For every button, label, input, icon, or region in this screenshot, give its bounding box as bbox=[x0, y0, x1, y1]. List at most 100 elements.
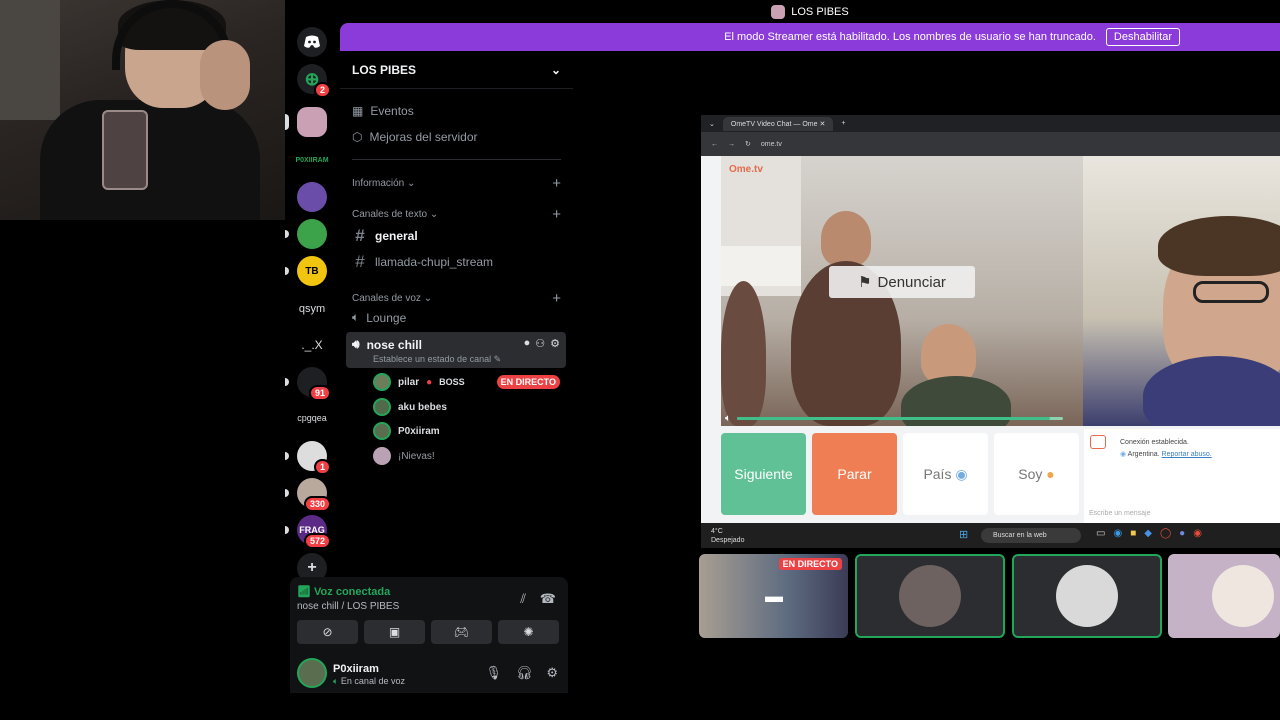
noise-suppression-icon[interactable]: ⫽ bbox=[520, 591, 526, 607]
voice-location[interactable]: nose chill / LOS PIBES bbox=[297, 601, 399, 612]
voice-member[interactable]: pilar ● BOSS EN DIRECTO bbox=[373, 373, 560, 391]
hash-icon: # bbox=[355, 252, 365, 271]
server-avatar-yoshi[interactable] bbox=[297, 219, 327, 249]
camera-button[interactable]: ⊘ bbox=[297, 620, 358, 644]
screen-share-icon: ▣ bbox=[388, 625, 401, 639]
category-voice[interactable]: Canales de voz ⌄ + bbox=[352, 290, 561, 307]
member-name: aku bebes bbox=[398, 401, 447, 413]
report-button[interactable]: ⚑ Denunciar bbox=[829, 266, 975, 298]
guild-header[interactable]: LOS PIBES ⌄ bbox=[340, 51, 573, 89]
reload-icon[interactable]: ↻ bbox=[745, 140, 751, 148]
screen-share-button[interactable]: ▣ bbox=[364, 620, 425, 644]
gear-icon[interactable]: ⚙ bbox=[550, 337, 560, 350]
member-tag: BOSS bbox=[439, 377, 465, 387]
webcam-cup bbox=[102, 110, 148, 190]
participant-tile[interactable] bbox=[1168, 554, 1280, 638]
taskbar-search[interactable]: Buscar en la web bbox=[981, 528, 1081, 543]
close-icon[interactable]: ✕ bbox=[819, 121, 825, 128]
disconnect-icon[interactable]: ☎ bbox=[540, 591, 556, 607]
ometv-logo-icon bbox=[1090, 435, 1106, 449]
server-avatar-cat[interactable]: 330 bbox=[297, 478, 331, 512]
voice-channel-active[interactable]: 🔊︎ nose chill Establece un estado de can… bbox=[346, 332, 566, 368]
channel-llamada[interactable]: # llamada-chupi_stream bbox=[352, 252, 493, 272]
user-name[interactable]: P0xiiram bbox=[333, 663, 379, 675]
add-channel-icon[interactable]: + bbox=[552, 206, 561, 223]
events-item[interactable]: ▦ Eventos bbox=[352, 104, 414, 118]
add-channel-icon[interactable]: + bbox=[552, 175, 561, 192]
server-selected-pill bbox=[285, 114, 289, 130]
opera-icon[interactable]: ◯ bbox=[1160, 528, 1171, 539]
category-info[interactable]: Información ⌄ + bbox=[352, 175, 561, 192]
next-button[interactable]: Siguiente bbox=[721, 433, 806, 515]
participant-tile[interactable] bbox=[855, 554, 1005, 638]
chat-input[interactable]: Escribe un mensaje bbox=[1089, 510, 1150, 517]
forward-icon[interactable]: → bbox=[728, 141, 735, 148]
voice-channel-lounge[interactable]: 🔈︎ Lounge bbox=[352, 310, 406, 325]
store-icon[interactable]: ◆ bbox=[1144, 528, 1152, 539]
report-abuse-link[interactable]: Reportar abuso. bbox=[1162, 451, 1212, 458]
voice-member[interactable]: aku bebes bbox=[373, 398, 447, 416]
server-badge: 572 bbox=[303, 533, 331, 549]
stream-tile[interactable]: ▬ EN DIRECTO bbox=[699, 554, 848, 638]
windows-start-icon[interactable]: ⊞ bbox=[959, 528, 968, 541]
participant-tile[interactable] bbox=[1012, 554, 1162, 638]
category-text-label: Canales de texto bbox=[352, 209, 428, 220]
report-label: Denunciar bbox=[877, 273, 946, 291]
discord-taskbar-icon[interactable]: ● bbox=[1179, 528, 1185, 539]
gear-icon[interactable]: ⚙ bbox=[546, 665, 558, 681]
face-icon: ● bbox=[1046, 466, 1055, 482]
server-poxiiram[interactable]: P0XIIRAM bbox=[295, 145, 328, 175]
weather-temp: 4°C bbox=[711, 528, 723, 535]
speaker-icon: 🔈︎ bbox=[352, 310, 360, 324]
weather-widget[interactable]: 4°C Despejado bbox=[711, 527, 744, 545]
user-status: 🔈︎ En canal de voz bbox=[333, 676, 405, 687]
voice-member[interactable]: P0xiiram bbox=[373, 422, 440, 440]
headphones-icon[interactable]: 🎧︎ bbox=[516, 665, 533, 681]
microphone-icon[interactable]: 🎙︎ bbox=[485, 665, 502, 681]
server-qsym[interactable]: qsym bbox=[297, 303, 327, 315]
channel-general[interactable]: # general bbox=[352, 226, 418, 246]
activities-button[interactable]: 🎮︎ bbox=[431, 620, 492, 644]
category-text[interactable]: Canales de texto ⌄ + bbox=[352, 206, 561, 223]
add-member-icon[interactable]: ⚇ bbox=[535, 337, 545, 350]
disable-streamer-mode-button[interactable]: Deshabilitar bbox=[1105, 28, 1180, 46]
channel-general-label: general bbox=[375, 229, 418, 243]
stop-button[interactable]: Parar bbox=[812, 433, 897, 515]
stream-view[interactable]: ⌄ OmeTV Video Chat — Ome ✕ + ← → ↻ ome.t… bbox=[701, 115, 1280, 548]
server-avatar-tb[interactable]: TB bbox=[297, 256, 327, 286]
country-label: País bbox=[923, 466, 952, 482]
channel-status[interactable]: Establece un estado de canal ✎ bbox=[373, 354, 501, 365]
url-input[interactable]: ome.tv bbox=[761, 141, 782, 148]
add-friends-server-icon[interactable]: ⊕ 2 bbox=[297, 64, 331, 98]
server-x[interactable]: ._.X bbox=[297, 338, 327, 352]
back-icon[interactable]: ← bbox=[711, 141, 718, 148]
browser-tab-title: OmeTV Video Chat — Ome bbox=[730, 120, 818, 128]
edge-icon[interactable]: ◉ bbox=[1113, 528, 1122, 539]
country-button[interactable]: País ◉ bbox=[903, 433, 988, 515]
voice-status[interactable]: 📶︎ Voz conectada bbox=[297, 585, 390, 598]
task-view-icon[interactable]: ▭ bbox=[1096, 528, 1105, 539]
chat-icon[interactable]: ● bbox=[524, 337, 531, 350]
calendar-icon: ▦ bbox=[352, 104, 364, 118]
chrome-icon[interactable]: ◉ bbox=[1193, 528, 1202, 539]
avatar[interactable] bbox=[297, 658, 327, 688]
volume-bar[interactable]: 🔈︎ bbox=[721, 412, 1063, 424]
browser-tab[interactable]: OmeTV Video Chat — Ome ✕ bbox=[722, 116, 834, 131]
soundboard-button[interactable]: ✺ bbox=[498, 620, 559, 644]
server-cpgqea[interactable]: cpgqea bbox=[297, 413, 327, 423]
server-avatar-bw[interactable]: 1 bbox=[297, 441, 331, 475]
chevron-down-icon[interactable]: ⌄ bbox=[709, 120, 715, 128]
server-avatar-purple[interactable] bbox=[297, 182, 327, 212]
add-channel-icon[interactable]: + bbox=[552, 290, 561, 307]
volume-track[interactable] bbox=[737, 416, 1063, 420]
discord-home-icon[interactable] bbox=[297, 27, 327, 57]
server-avatar-flag[interactable]: 91 bbox=[297, 367, 331, 401]
folder-icon[interactable]: ■ bbox=[1130, 528, 1136, 539]
server-boosts-item[interactable]: ⬡ Mejoras del servidor bbox=[352, 130, 478, 144]
server-frag[interactable]: FRAG 572 bbox=[297, 515, 331, 549]
voice-member[interactable]: ¡Nievas! bbox=[373, 447, 435, 465]
new-tab-icon[interactable]: + bbox=[841, 120, 845, 127]
guild-avatar-icon bbox=[771, 4, 786, 19]
gender-button[interactable]: Soy ● bbox=[994, 433, 1079, 515]
server-los-pibes[interactable] bbox=[297, 107, 327, 137]
